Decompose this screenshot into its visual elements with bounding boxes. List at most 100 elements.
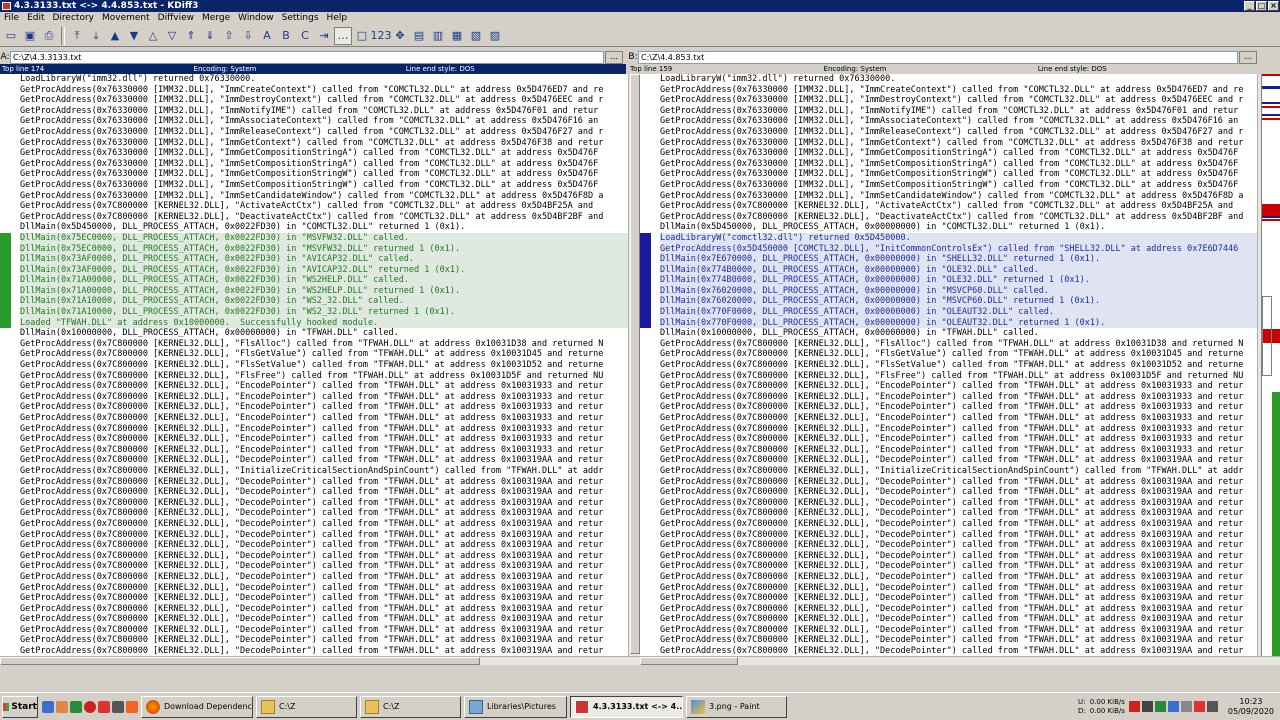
tray-app-icon[interactable] — [1154, 701, 1166, 712]
select-b-icon[interactable]: B — [277, 27, 295, 45]
window-title: 4.3.3133.txt <-> 4.4.853.txt - KDiff3 — [14, 1, 199, 11]
task-kdiff3[interactable]: 4.3.3133.txt <-> 4... — [570, 695, 683, 718]
pane-a-browse-button[interactable]: ... — [605, 50, 623, 64]
folder-icon — [365, 699, 379, 714]
text-line: GetProcAddress(0x76330000 [IMM32.DLL], "… — [20, 179, 599, 190]
tray-close-icon[interactable] — [1128, 701, 1140, 712]
app-icon[interactable] — [112, 700, 124, 713]
word-wrap-icon[interactable]: ✥ — [391, 27, 409, 45]
task-explorer-1[interactable]: C:\Z — [256, 695, 357, 718]
app-icon[interactable] — [70, 700, 82, 713]
prev-conflict-icon[interactable]: △ — [144, 27, 162, 45]
pane-b-horizontal-scrollbar[interactable] — [640, 656, 1261, 665]
merge-window-icon[interactable]: ▨ — [486, 27, 504, 45]
menu-merge[interactable]: Merge — [198, 12, 234, 25]
auto-advance-icon[interactable]: ⇥ — [315, 27, 333, 45]
menu-file[interactable]: File — [0, 12, 23, 25]
pane-b-hscroll-thumb[interactable] — [640, 657, 738, 665]
text-line: GetProcAddress(0x7C800000 [KERNEL32.DLL]… — [660, 614, 1244, 625]
menu-settings[interactable]: Settings — [278, 12, 323, 25]
task-explorer-3[interactable]: Libraries\Pictures — [464, 695, 567, 718]
pane-a-text-view[interactable]: LoadLibraryW("imm32.dll") returned 0x763… — [0, 74, 628, 656]
next-unsolved-conflict-icon[interactable]: ⇩ — [239, 27, 257, 45]
start-label: Start — [11, 701, 37, 712]
maximize-button[interactable]: □ — [1256, 1, 1267, 11]
tray-network-icon[interactable] — [1167, 701, 1179, 712]
pane-a-vertical-scrollbar[interactable] — [628, 74, 640, 656]
window-b-icon[interactable]: ▦ — [448, 27, 466, 45]
pane-b-encoding: Encoding: System — [823, 65, 887, 73]
text-line: GetProcAddress(0x76330000 [IMM32.DLL], "… — [20, 158, 599, 169]
close-button[interactable]: × — [1268, 1, 1279, 11]
save-icon[interactable]: ▣ — [21, 27, 39, 45]
prev-unsolved-icon[interactable]: ⇑ — [182, 27, 200, 45]
show-whitespace-chars-icon[interactable]: □ — [353, 27, 371, 45]
explorer-icon[interactable] — [56, 700, 68, 713]
text-line: GetProcAddress(0x7C800000 [KERNEL32.DLL]… — [20, 518, 604, 529]
firefox-quick-icon[interactable] — [126, 700, 138, 713]
print-icon[interactable]: ⎙ — [40, 27, 58, 45]
app-icon[interactable] — [98, 700, 110, 713]
pane-b-text-view[interactable]: LoadLibraryW("imm32.dll") returned 0x763… — [640, 74, 1257, 656]
menu-movement[interactable]: Movement — [98, 12, 154, 25]
pane-a-horizontal-scrollbar[interactable] — [0, 656, 640, 665]
select-c-icon[interactable]: C — [296, 27, 314, 45]
menu-directory[interactable]: Directory — [49, 12, 98, 25]
task-explorer-2[interactable]: C:\Z — [360, 695, 461, 718]
select-a-icon[interactable]: A — [258, 27, 276, 45]
task-paint[interactable]: 3.png - Paint — [686, 695, 787, 718]
desktop-icon[interactable] — [42, 700, 54, 713]
task-firefox[interactable]: Download Dependenc... — [141, 695, 253, 718]
tray-volume-icon[interactable] — [1206, 701, 1218, 712]
system-tray: U: D: 0.00 KiB/s 0.00 KiB/s 10:23 05/09/… — [1078, 693, 1280, 720]
next-unsolved-icon[interactable]: ⇓ — [201, 27, 219, 45]
pane-b-path-input[interactable]: C:\Z\4.4.853.txt — [638, 50, 1238, 64]
new-icon[interactable]: ▭ — [2, 27, 20, 45]
go-top-icon[interactable]: ⤒ — [68, 27, 86, 45]
prev-delta-icon[interactable]: ▲ — [106, 27, 124, 45]
task-label: Download Dependenc... — [164, 702, 253, 711]
show-whitespace-icon[interactable]: … — [334, 26, 352, 45]
pane-a-hscroll-thumb[interactable] — [0, 657, 480, 665]
opera-icon[interactable] — [84, 700, 96, 713]
text-line: GetProcAddress(0x7C800000 [KERNEL32.DLL]… — [660, 518, 1244, 529]
text-line: GetProcAddress(0x7C800000 [KERNEL32.DLL]… — [660, 381, 1244, 392]
text-line: GetProcAddress(0x7C800000 [KERNEL32.DLL]… — [660, 413, 1244, 423]
window-titlebar[interactable]: 4.3.3133.txt <-> 4.4.853.txt - KDiff3 _ … — [0, 0, 1280, 12]
menu-edit[interactable]: Edit — [23, 12, 48, 25]
overview-mark — [1262, 106, 1280, 108]
tray-app-icon[interactable] — [1193, 701, 1205, 712]
next-delta-icon[interactable]: ▼ — [125, 27, 143, 45]
diff-overview-strip[interactable] — [1261, 74, 1280, 656]
next-conflict-icon[interactable]: ▽ — [163, 27, 181, 45]
minimize-button[interactable]: _ — [1244, 1, 1255, 11]
tray-app-icon[interactable] — [1141, 701, 1153, 712]
text-line: GetProcAddress(0x7C800000 [KERNEL32.DLL]… — [660, 561, 1244, 572]
window-c-icon[interactable]: ▧ — [467, 27, 485, 45]
start-button[interactable]: Start — [2, 695, 38, 718]
pane-a-scroll-thumb[interactable] — [630, 74, 640, 654]
pane-a-label: A: — [0, 52, 10, 62]
go-bottom-icon[interactable]: ⤓ — [87, 27, 105, 45]
text-line: GetProcAddress(0x7C800000 [KERNEL32.DLL]… — [660, 434, 1244, 445]
text-line: GetProcAddress(0x7C800000 [KERNEL32.DLL]… — [660, 540, 1244, 551]
windows-logo-icon — [3, 702, 10, 711]
overview-mark — [1262, 86, 1280, 89]
tray-app-icon[interactable] — [1180, 701, 1192, 712]
overview-mark — [1262, 204, 1280, 216]
menu-window[interactable]: Window — [234, 12, 278, 25]
task-label: 4.3.3133.txt <-> 4... — [593, 702, 683, 711]
text-line: GetProcAddress(0x7C800000 [KERNEL32.DLL]… — [660, 529, 1244, 540]
line-numbers-icon[interactable]: 123 — [371, 27, 392, 45]
pane-b-browse-button[interactable]: ... — [1239, 50, 1257, 64]
text-line: GetProcAddress(0x7C800000 [KERNEL32.DLL]… — [20, 360, 604, 371]
window-a-icon[interactable]: ▥ — [429, 27, 447, 45]
menu-diffview[interactable]: Diffview — [154, 12, 198, 25]
clock[interactable]: 10:23 05/09/2020 — [1228, 697, 1274, 717]
text-line: GetProcAddress(0x7C800000 [KERNEL32.DLL]… — [660, 624, 1244, 635]
prev-unsolved-conflict-icon[interactable]: ⇧ — [220, 27, 238, 45]
split-window-icon[interactable]: ▤ — [410, 27, 428, 45]
text-line: DllMain(0x73AF0000, DLL_PROCESS_ATTACH, … — [20, 264, 628, 276]
menu-help[interactable]: Help — [323, 12, 352, 25]
pane-a-path-input[interactable]: C:\Z\4.3.3133.txt — [10, 50, 604, 64]
